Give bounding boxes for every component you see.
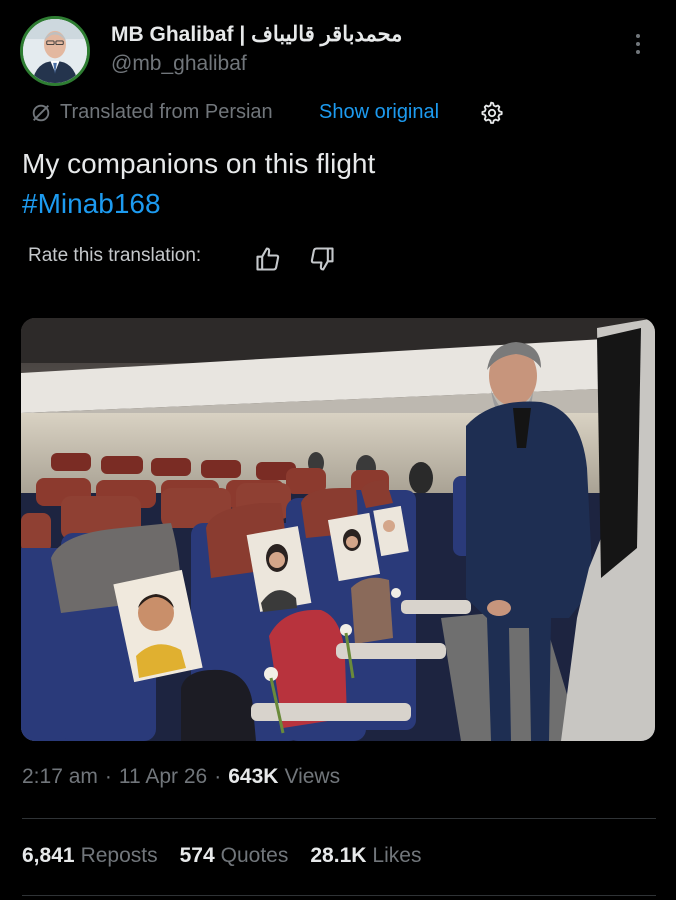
tweet-meta: 2:17 am · 11 Apr 26 · 643K Views: [22, 765, 341, 789]
aircraft-cabin-image: [21, 318, 655, 741]
more-options-icon[interactable]: [628, 30, 648, 58]
views-label: Views: [284, 765, 341, 788]
translate-icon: [32, 104, 50, 121]
gear-icon[interactable]: [480, 101, 504, 125]
views-count: 643K: [228, 765, 279, 788]
reposts-stat[interactable]: 6,841 Reposts: [22, 844, 158, 868]
avatar-image: [23, 19, 87, 83]
show-original-link[interactable]: Show original: [319, 101, 439, 124]
engagement-stats: 6,841 Reposts 574 Quotes 28.1K Likes: [22, 844, 443, 868]
divider: [22, 818, 656, 819]
tweet-photo[interactable]: [21, 318, 655, 741]
hashtag-link[interactable]: #Minab168: [22, 184, 375, 224]
tweet-body: My companions on this flight: [22, 148, 376, 179]
translation-status: Translated from Persian: [30, 101, 273, 124]
translated-label: Translated from Persian: [60, 101, 273, 123]
display-name[interactable]: MB Ghalibaf | محمدباقر قالیباف: [111, 22, 402, 47]
avatar[interactable]: [20, 16, 90, 86]
likes-stat[interactable]: 28.1K Likes: [310, 844, 421, 868]
thumbs-up-icon[interactable]: [254, 245, 282, 273]
tweet-text: My companions on this flight #Minab168: [22, 144, 375, 224]
user-handle[interactable]: @mb_ghalibaf: [111, 52, 247, 76]
rate-translation-label: Rate this translation:: [28, 245, 202, 266]
tweet-date[interactable]: 11 Apr 26: [119, 765, 207, 789]
thumbs-down-icon[interactable]: [308, 245, 336, 273]
tweet-time[interactable]: 2:17 am: [22, 765, 98, 789]
divider: [22, 895, 656, 896]
quotes-stat[interactable]: 574 Quotes: [180, 844, 289, 868]
